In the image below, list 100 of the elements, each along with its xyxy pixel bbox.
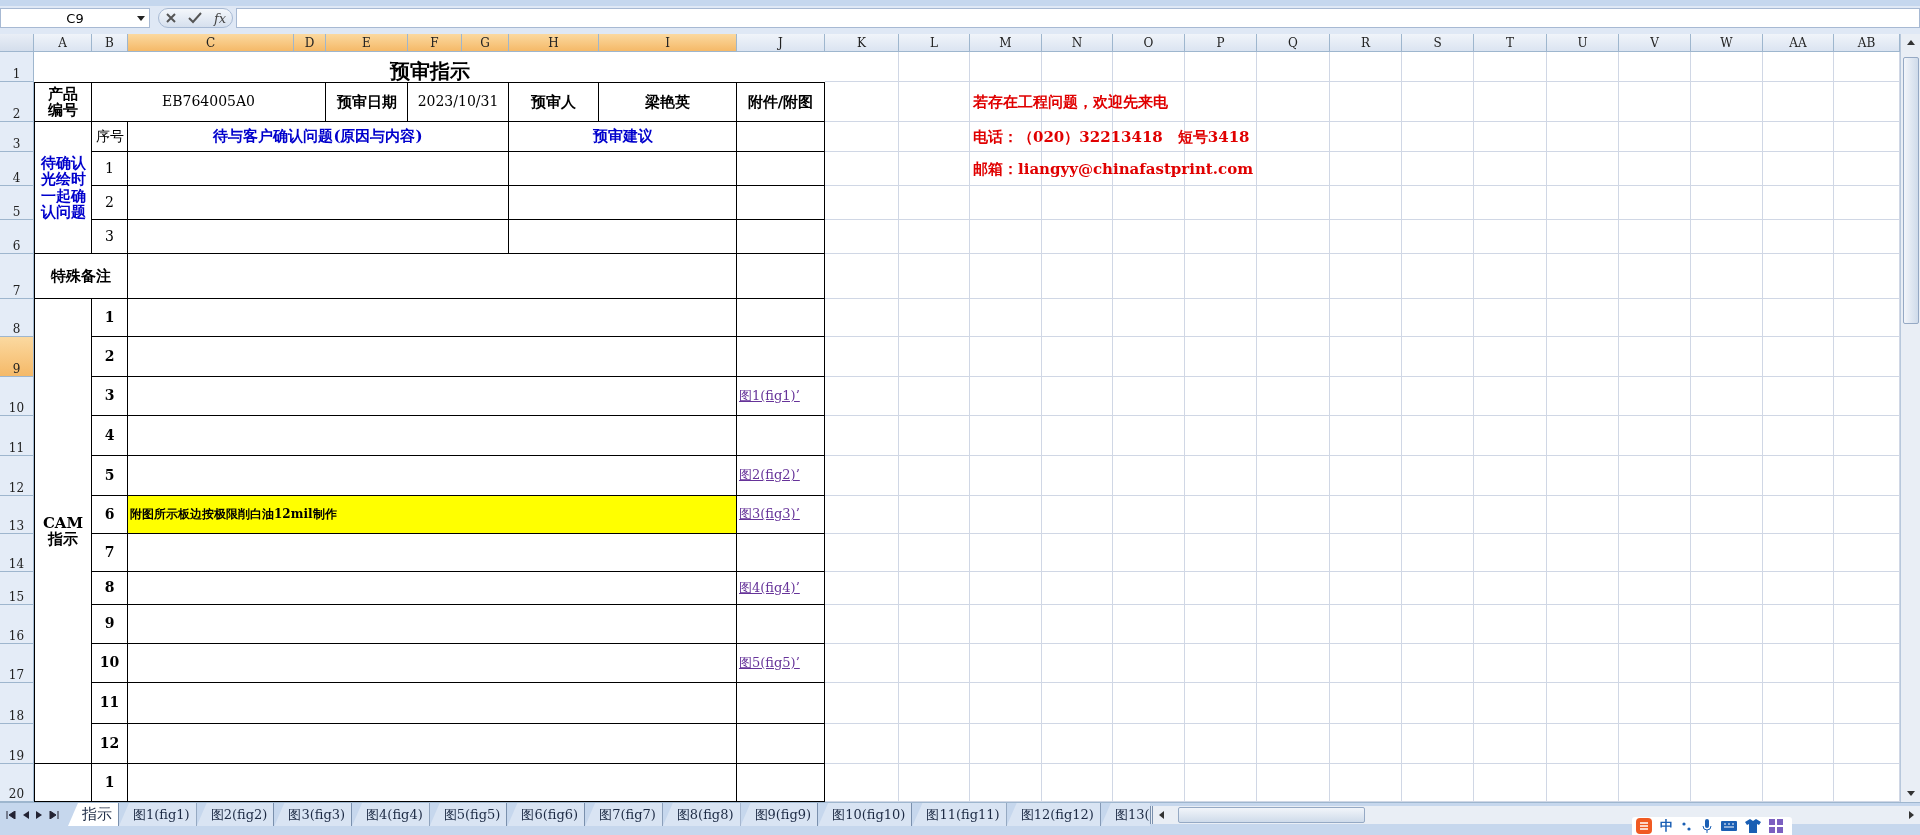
previous-sheet-icon[interactable] (23, 810, 29, 819)
sheet-tab[interactable]: 指示 (68, 803, 119, 826)
row-header[interactable]: 10 (0, 377, 34, 416)
scrollbar-thumb[interactable] (1902, 57, 1919, 324)
column-header[interactable]: N (1042, 34, 1113, 52)
sheet-tab[interactable]: 图4(fig4) (352, 803, 430, 826)
sheet-tab[interactable]: 图3(fig3) (274, 803, 353, 826)
table-cell: 2 (92, 186, 128, 220)
column-header[interactable]: K (825, 34, 899, 52)
input-mode-button[interactable]: 中 (1660, 817, 1673, 835)
checkmark-icon[interactable] (188, 12, 203, 24)
row-header[interactable]: 15 (0, 572, 34, 605)
row-header[interactable]: 12 (0, 456, 34, 496)
column-header[interactable]: O (1113, 34, 1185, 52)
table-cell-text: 电话：（020）32213418 短号3418 (972, 126, 1251, 148)
sheet-tab[interactable]: 图12(fig12) (1006, 803, 1101, 826)
cancel-icon[interactable] (164, 12, 177, 24)
column-header[interactable]: Q (1257, 34, 1330, 52)
row-header[interactable]: 8 (0, 299, 34, 337)
row-header[interactable]: 7 (0, 254, 34, 299)
sheet-tab[interactable]: 图10(fig10) (818, 803, 913, 826)
vertical-scrollbar[interactable] (1900, 34, 1920, 802)
attachment-link[interactable]: 图3(fig3)’ (739, 507, 800, 522)
table-cell: 8 (92, 572, 128, 605)
column-header[interactable]: W (1691, 34, 1763, 52)
last-sheet-icon[interactable] (49, 810, 59, 819)
column-header[interactable]: B (92, 34, 128, 52)
column-header[interactable]: M (970, 34, 1042, 52)
punctuation-icon[interactable] (1681, 820, 1693, 832)
column-header[interactable]: P (1185, 34, 1257, 52)
table-cell-text: 邮箱：liangyy@chinafastprint.com (972, 158, 1254, 180)
insert-function-button[interactable]: fx (214, 10, 227, 26)
column-header[interactable]: H (509, 34, 599, 52)
sheet-tab[interactable]: 图9(fig9) (740, 803, 819, 826)
column-header[interactable]: L (899, 34, 970, 52)
sheet-tab[interactable]: 图8(fig8) (662, 803, 741, 826)
column-header[interactable]: F (408, 34, 462, 52)
column-header[interactable]: G (462, 34, 509, 52)
column-header[interactable]: U (1547, 34, 1619, 52)
table-cell: 待确认光绘时一起确认问题 (34, 122, 92, 254)
row-header[interactable]: 19 (0, 724, 34, 764)
scroll-left-icon[interactable] (1159, 810, 1164, 819)
microphone-icon[interactable] (1701, 819, 1713, 833)
scroll-down-icon[interactable] (1906, 791, 1915, 796)
row-header[interactable]: 3 (0, 122, 34, 152)
attachment-link[interactable]: 图2(fig2)’ (739, 468, 800, 483)
row-header[interactable]: 11 (0, 416, 34, 456)
row-header[interactable]: 14 (0, 534, 34, 572)
sheet-tab[interactable]: 图13( (1100, 803, 1150, 826)
formula-input[interactable] (236, 8, 1920, 28)
name-box[interactable]: C9 (0, 8, 150, 28)
column-header[interactable]: R (1330, 34, 1402, 52)
shirt-icon[interactable] (1745, 819, 1761, 833)
column-header[interactable]: D (294, 34, 326, 52)
column-header[interactable]: V (1619, 34, 1691, 52)
column-header[interactable]: E (326, 34, 408, 52)
sheet-tab[interactable]: 图6(fig6) (507, 803, 586, 826)
sheet-tab[interactable]: 图2(fig2) (196, 803, 275, 826)
attachment-link[interactable]: 图1(fig1)’ (739, 388, 800, 404)
sheet-tab[interactable]: 图7(fig7) (585, 803, 663, 826)
row-header[interactable]: 16 (0, 605, 34, 644)
input-method-logo-icon[interactable] (1636, 818, 1652, 834)
sheet-tab[interactable]: 图1(fig1) (119, 803, 197, 826)
row-header[interactable]: 20 (0, 764, 34, 802)
column-header[interactable]: AB (1834, 34, 1900, 52)
attachment-link[interactable]: 图4(fig4)’ (739, 580, 800, 596)
table-cell: 10 (92, 644, 128, 683)
column-header[interactable]: J (737, 34, 825, 52)
table-cell: 4 (92, 416, 128, 456)
table-cell: 1 (92, 764, 128, 802)
column-header[interactable]: T (1474, 34, 1547, 52)
column-header[interactable]: A (34, 34, 92, 52)
row-header[interactable]: 2 (0, 82, 34, 122)
column-header[interactable]: I (599, 34, 737, 52)
caret-icon[interactable] (137, 16, 145, 21)
row-header[interactable]: 13 (0, 496, 34, 534)
next-sheet-icon[interactable] (36, 810, 42, 819)
table-cell: 2023/10/31 (408, 82, 509, 122)
scroll-right-icon[interactable] (1909, 810, 1914, 819)
column-header[interactable]: C (128, 34, 294, 52)
column-header[interactable]: AA (1763, 34, 1834, 52)
row-header[interactable]: 17 (0, 644, 34, 683)
first-sheet-icon[interactable] (6, 810, 16, 819)
row-header[interactable]: 9 (0, 337, 34, 377)
grid-icon[interactable] (1769, 819, 1783, 833)
sheet-tab[interactable]: 图11(fig11) (912, 803, 1007, 826)
row-header[interactable]: 5 (0, 186, 34, 220)
row-header[interactable]: 1 (0, 52, 34, 82)
keyboard-icon[interactable] (1721, 820, 1737, 832)
table-cell: 梁艳英 (599, 82, 737, 122)
table-cell: 预审日期 (326, 82, 408, 122)
attachment-link[interactable]: 图5(fig5)’ (739, 655, 800, 671)
row-header[interactable]: 6 (0, 220, 34, 254)
scroll-up-icon[interactable] (1906, 40, 1915, 45)
column-header[interactable]: S (1402, 34, 1474, 52)
row-header[interactable]: 4 (0, 152, 34, 186)
scrollbar-thumb[interactable] (1178, 806, 1365, 823)
sheet-tab[interactable]: 图5(fig5) (429, 803, 508, 826)
table-cell: 预审人 (509, 82, 599, 122)
row-header[interactable]: 18 (0, 683, 34, 724)
